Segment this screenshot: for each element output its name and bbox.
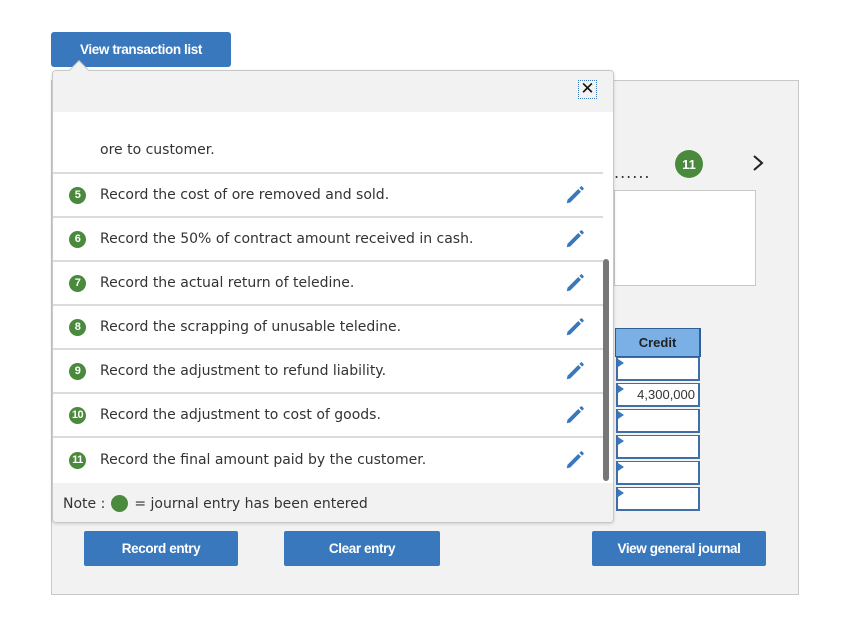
item-text: Record the final amount paid by the cust… [100,452,427,468]
current-step-badge[interactable]: 11 [675,150,703,178]
credit-column-header: Credit [615,328,701,357]
close-button[interactable]: ✕ [578,80,597,99]
record-entry-button[interactable]: Record entry [84,531,238,566]
completed-badge: 9 [69,362,86,380]
note-prefix: Note : [63,495,106,512]
transaction-list[interactable]: ore to customer. 5 Record the cost of or… [53,112,613,483]
completed-indicator-icon [111,495,129,512]
completed-badge: 6 [69,230,86,248]
pencil-icon[interactable] [564,449,586,471]
pencil-icon[interactable] [564,272,586,294]
item-text: ore to customer. [100,142,215,158]
list-item[interactable]: 8 Record the scrapping of unusable teled… [53,306,603,350]
item-text: Record the adjustment to refund liabilit… [100,363,387,379]
completed-badge: 5 [69,186,86,204]
list-item[interactable]: 6 Record the 50% of contract amount rece… [53,218,603,262]
list-scrollbar[interactable] [603,259,609,481]
credit-input[interactable]: 4,300,000 [616,383,700,407]
list-item[interactable]: 7 Record the actual return of teledine. [53,262,603,306]
completed-badge: 7 [69,274,86,292]
pencil-icon[interactable] [564,184,586,206]
list-item[interactable]: 5 Record the cost of ore removed and sol… [53,174,603,218]
legend-note: Note : = journal entry has been entered [53,483,613,522]
list-item[interactable]: 9 Record the adjustment to refund liabil… [53,350,603,394]
view-general-journal-button[interactable]: View general journal [592,531,766,566]
popover-header: ✕ [53,71,613,112]
chevron-right-icon [753,155,764,171]
list-item[interactable]: 11 Record the final amount paid by the c… [53,438,603,482]
item-text: Record the cost of ore removed and sold. [100,187,390,203]
pencil-icon[interactable] [564,228,586,250]
completed-badge: 8 [69,318,86,336]
item-text: Record the actual return of teledine. [100,275,355,291]
step-dots: ...... [614,163,651,182]
item-text: Record the adjustment to cost of goods. [100,407,381,423]
item-text: Record the scrapping of unusable teledin… [100,319,402,335]
clear-entry-button[interactable]: Clear entry [284,531,440,566]
credit-input[interactable] [616,357,700,381]
pencil-icon[interactable] [564,316,586,338]
pencil-icon[interactable] [564,404,586,426]
note-text: = journal entry has been entered [134,495,368,512]
transaction-list-popover: ✕ ore to customer. 5 Record the cost of … [52,70,614,523]
item-text: Record the 50% of contract amount receiv… [100,231,474,247]
pencil-icon[interactable] [564,360,586,382]
list-item[interactable]: ore to customer. [53,112,603,174]
completed-badge: 10 [69,406,86,424]
next-step-button[interactable] [748,150,768,176]
transaction-description-box [614,190,756,286]
completed-badge: 11 [69,451,86,469]
credit-input[interactable] [616,435,700,459]
close-icon: ✕ [580,79,595,99]
credit-input[interactable] [616,487,700,511]
credit-input[interactable] [616,461,700,485]
list-item[interactable]: 10 Record the adjustment to cost of good… [53,394,603,438]
credit-input[interactable] [616,409,700,433]
